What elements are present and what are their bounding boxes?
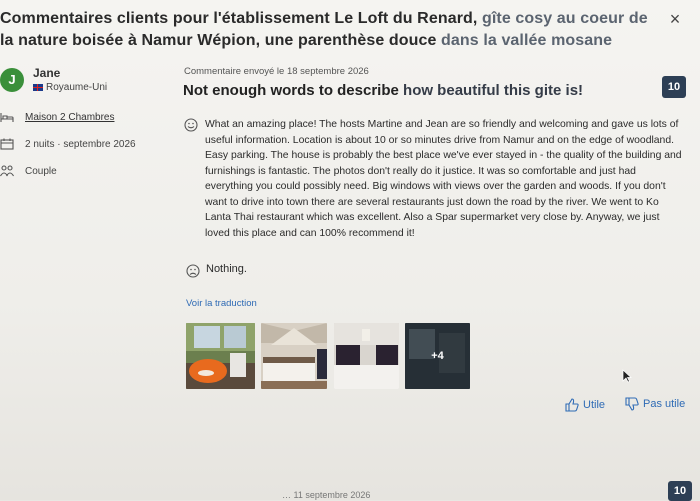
thumbs-down-icon — [625, 397, 639, 411]
bed-icon — [0, 113, 14, 122]
negative-review-text: Nothing. — [206, 263, 247, 275]
photo-bed-image — [334, 323, 399, 389]
room-type-label[interactable]: Maison 2 Chambres — [25, 112, 114, 123]
traveler-type: Couple — [0, 165, 57, 177]
next-review-score-badge: 10 — [668, 481, 692, 501]
helpful-label[interactable]: Utile — [583, 399, 605, 411]
page-title-line1-muted: gîte cosy au coeur de — [477, 10, 648, 27]
next-review-date: … 11 septembre 2026 — [282, 490, 371, 500]
review-modal: Commentaires clients pour l'établissemen… — [0, 0, 700, 501]
uk-flag-icon — [33, 84, 43, 91]
review-title-main: Not enough words to describe — [183, 82, 399, 99]
page-title-line2: la nature boisée à Namur Wépion, une par… — [0, 32, 437, 49]
not-helpful-button[interactable]: Pas utile — [625, 397, 685, 411]
avatar: J — [0, 68, 24, 92]
reviewer-country-label: Royaume-Uni — [46, 82, 108, 93]
mouse-cursor-icon — [622, 369, 632, 383]
room-type[interactable]: Maison 2 Chambres — [0, 111, 114, 123]
review-date: Commentaire envoyé le 18 septembre 2026 — [184, 66, 369, 77]
group-icon — [0, 165, 14, 177]
reviewer-country: Royaume-Uni — [33, 82, 107, 93]
review-title-tail: how beautiful this gite is! — [398, 82, 584, 99]
calendar-icon — [0, 138, 14, 150]
page-title-line2-muted: dans la vallée mosane — [436, 32, 613, 49]
smile-icon — [184, 118, 198, 132]
review-title: Not enough words to describe how beautif… — [183, 82, 583, 99]
more-photos-count: +4 — [405, 323, 470, 389]
stay-info-label: 2 nuits · septembre 2026 — [25, 138, 136, 150]
helpful-button[interactable]: Utile — [565, 398, 605, 412]
review-photo[interactable] — [334, 323, 399, 389]
reviewer-name: Jane — [33, 66, 61, 80]
page-title-line1: Commentaires clients pour l'établissemen… — [0, 10, 478, 27]
traveler-type-label: Couple — [25, 165, 57, 177]
see-translation-link[interactable]: Voir la traduction — [186, 298, 257, 309]
photo-bedroom-image — [261, 323, 327, 389]
frown-icon — [186, 264, 200, 278]
stay-info: 2 nuits · septembre 2026 — [0, 138, 136, 150]
photo-garden-image — [186, 323, 255, 389]
page-title: Commentaires clients pour l'établissemen… — [0, 8, 660, 52]
close-icon[interactable]: × — [666, 10, 684, 28]
score-badge: 10 — [662, 76, 686, 98]
thumbs-up-icon — [565, 398, 579, 412]
review-photo[interactable] — [186, 323, 255, 389]
more-photos-button[interactable]: +4 — [405, 323, 470, 389]
not-helpful-label[interactable]: Pas utile — [643, 398, 685, 410]
review-photo[interactable] — [261, 323, 327, 389]
positive-review-text: What an amazing place! The hosts Martine… — [205, 119, 682, 239]
